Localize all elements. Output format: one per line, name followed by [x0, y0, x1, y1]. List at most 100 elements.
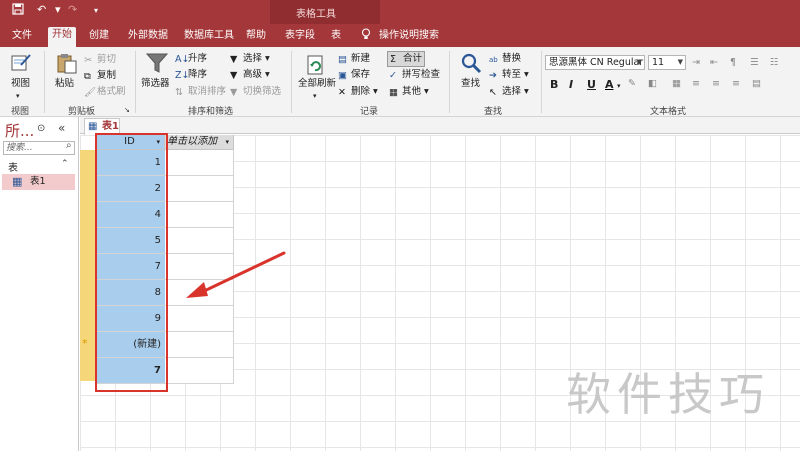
table-row-add-cell[interactable] — [165, 306, 234, 332]
copy-icon: ⧉ — [84, 71, 91, 82]
collapse-pane-icon[interactable]: « — [58, 121, 65, 135]
select-button[interactable]: ↖ 选择 ▾ — [489, 86, 529, 98]
list-numbers-icon[interactable]: ☷ — [770, 57, 779, 69]
view-dropdown-icon[interactable]: ▾ — [16, 90, 20, 102]
refresh-dropdown-icon[interactable]: ▾ — [313, 90, 317, 102]
nav-item-table1[interactable]: ▦ 表1 — [2, 174, 75, 190]
tab-file[interactable]: 文件 — [8, 28, 36, 47]
view-button[interactable]: 视图 — [11, 78, 30, 90]
advanced-filter-button[interactable]: ▼ 高级 ▾ — [230, 69, 270, 81]
view-icon[interactable] — [9, 51, 33, 75]
tab-database-tools[interactable]: 数据库工具 — [180, 28, 238, 47]
remove-sort-button[interactable]: ⇅ 取消排序 — [175, 86, 226, 98]
nav-section-tables[interactable]: 表 — [8, 159, 18, 174]
tab-table[interactable]: 表 — [327, 28, 345, 47]
find-button[interactable]: 查找 — [461, 78, 480, 90]
lightbulb-icon[interactable] — [357, 28, 375, 47]
arrow-right-icon: ➔ — [489, 70, 497, 81]
table-icon: ▦ — [88, 121, 98, 132]
sort-filter-group-label: 排序和筛选 — [188, 107, 234, 117]
spelling-button[interactable]: ✓ 拼写检查 — [389, 69, 440, 81]
refresh-all-button[interactable]: 全部刷新 — [298, 78, 336, 90]
tab-create[interactable]: 创建 — [85, 28, 113, 47]
bold-button[interactable]: B — [550, 78, 558, 91]
save-record-button[interactable]: ▣ 保存 — [338, 69, 370, 81]
italic-button[interactable]: I — [569, 78, 573, 91]
nav-dropdown-icon[interactable]: ⊙ — [37, 123, 45, 134]
alternate-row-color-icon[interactable]: ▤ — [752, 78, 761, 90]
copy-button[interactable]: ⧉ 复制 — [84, 70, 116, 82]
paste-icon[interactable] — [55, 51, 79, 75]
filter-button[interactable]: 筛选器 — [141, 78, 170, 90]
tab-help[interactable]: 帮助 — [242, 28, 270, 47]
sort-ascending-icon: A↓ — [175, 54, 190, 65]
tab-table-fields[interactable]: 表字段 — [281, 28, 319, 47]
gridlines-icon[interactable]: ▦ — [672, 78, 681, 90]
more-icon: ▦ — [389, 87, 398, 98]
column-header-add[interactable]: 单击以添加 ▾ — [165, 135, 234, 150]
list-bullets-icon[interactable]: ☰ — [750, 57, 759, 69]
remove-sort-icon: ⇅ — [175, 87, 183, 98]
replace-button[interactable]: ab 替换 — [489, 53, 521, 65]
clipboard-group-label: 剪贴板 — [68, 107, 96, 117]
view-group-label: 视图 — [11, 107, 30, 117]
clipboard-launcher-icon[interactable]: ↘ — [124, 104, 130, 116]
total-row-add-cell[interactable] — [165, 358, 234, 384]
ribbon: 视图 ▾ 视图 粘贴 ✂ 剪切 ⧉ 复制 🖌格式刷 剪贴板 ↘ 筛选器 A↓升序 Z… — [0, 47, 800, 117]
new-record-marker: * — [82, 337, 88, 350]
goto-button[interactable]: ➔ 转至 ▾ — [489, 69, 529, 81]
underline-button[interactable]: U — [587, 78, 596, 91]
increase-indent-icon[interactable]: ⇥ — [692, 57, 700, 69]
table-row-add-cell[interactable] — [165, 202, 234, 228]
nav-search-input[interactable]: 搜索... — [3, 141, 75, 155]
text-format-group-label: 文本格式 — [650, 107, 687, 117]
watermark-text: 软件技巧 — [566, 368, 771, 421]
save-icon[interactable] — [12, 3, 24, 18]
decrease-indent-icon[interactable]: ⇤ — [710, 57, 718, 69]
align-center-icon[interactable]: ≡ — [712, 78, 720, 90]
fill-color-icon[interactable]: ◧ — [648, 78, 657, 90]
table-row-add-cell[interactable] — [165, 150, 234, 176]
font-size-select[interactable]: 11 ▼ — [648, 55, 686, 70]
highlight-box — [95, 133, 168, 392]
undo-dropdown-icon[interactable]: ▾ — [55, 3, 61, 16]
align-left-icon[interactable]: ≡ — [692, 78, 700, 90]
filter-icon[interactable] — [145, 51, 169, 75]
font-color-button[interactable]: A — [605, 78, 614, 91]
advanced-filter-icon: ▼ — [230, 70, 238, 81]
tab-external-data[interactable]: 外部数据 — [124, 28, 172, 47]
find-icon[interactable] — [459, 51, 483, 75]
undo-icon[interactable]: ↶ — [37, 3, 46, 16]
selection-filter-button[interactable]: ▼ 选择 ▾ — [230, 53, 270, 65]
format-painter-button[interactable]: 🖌格式刷 — [84, 86, 126, 98]
table-row-add-cell[interactable] — [165, 176, 234, 202]
toggle-filter-button[interactable]: ▼ 切换筛选 — [230, 86, 281, 98]
new-record-button[interactable]: ▤ 新建 — [338, 53, 370, 65]
contextual-tools-label: 表格工具 — [296, 9, 336, 20]
search-icon[interactable]: ⌕ — [66, 140, 72, 151]
tell-me-search[interactable]: 操作说明搜索 — [375, 28, 443, 47]
paste-button[interactable]: 粘贴 — [55, 78, 74, 90]
tab-home[interactable]: 开始 — [48, 27, 76, 47]
totals-button[interactable]: Σ 合计 — [387, 51, 426, 67]
more-records-button[interactable]: ▦ 其他 ▾ — [389, 86, 429, 98]
new-record-add-cell[interactable] — [165, 332, 234, 358]
font-name-select[interactable]: 思源黑体 CN Regular ▼ — [545, 55, 645, 70]
chevron-up-icon[interactable]: ⌃ — [61, 159, 69, 169]
document-tab-bar — [80, 117, 800, 134]
cut-button[interactable]: ✂ 剪切 — [84, 54, 116, 66]
customize-qat-icon[interactable]: ▾ — [94, 6, 98, 15]
nav-pane-title[interactable]: 所... — [5, 120, 34, 141]
ltr-icon[interactable]: ¶ — [730, 57, 736, 69]
refresh-all-icon[interactable] — [304, 53, 328, 77]
align-right-icon[interactable]: ≡ — [732, 78, 740, 90]
sort-ascending-button[interactable]: A↓升序 — [175, 53, 207, 65]
title-bar: ↶ ▾ ↷ ▾ 表格工具 — [0, 0, 800, 24]
table-icon: ▦ — [12, 175, 23, 188]
delete-record-button[interactable]: ✕ 删除 ▾ — [338, 86, 378, 98]
highlight-color-icon[interactable]: ✎ — [628, 78, 636, 90]
font-color-dropdown-icon[interactable]: ▾ — [617, 80, 621, 92]
chevron-down-icon: ▼ — [677, 58, 683, 66]
chevron-down-icon[interactable]: ▾ — [225, 135, 229, 149]
sort-descending-button[interactable]: Z↓降序 — [175, 69, 207, 81]
